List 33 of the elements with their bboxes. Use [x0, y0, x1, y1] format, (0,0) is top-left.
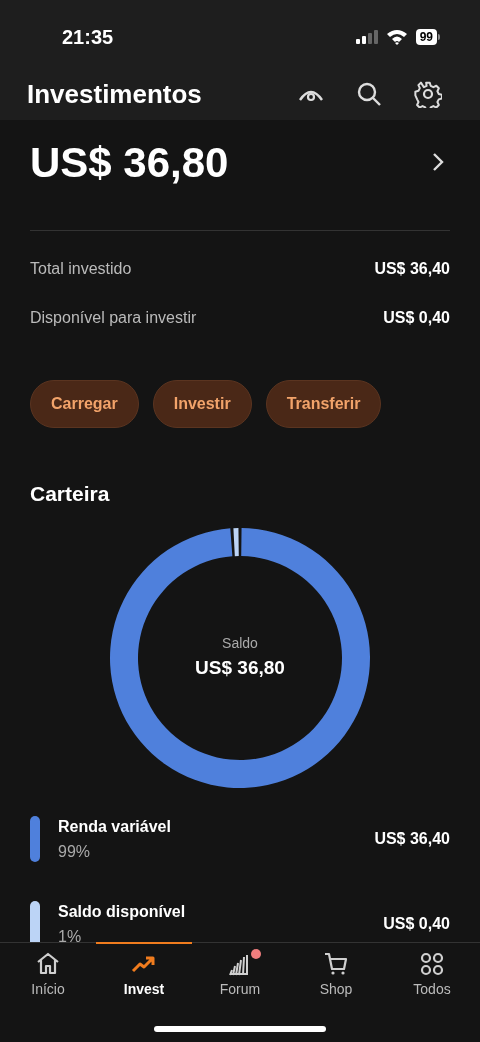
- nav-tab[interactable]: Início: [0, 951, 96, 1000]
- search-icon[interactable]: [356, 81, 382, 107]
- nav-tab[interactable]: Invest: [96, 951, 192, 1000]
- house-icon: [35, 951, 61, 977]
- donut-center-value: US$ 36,80: [195, 655, 285, 680]
- legend-name: Saldo disponível: [58, 901, 187, 922]
- status-time: 21:35: [62, 25, 114, 50]
- legend-value: US$ 36,40: [374, 829, 450, 849]
- chevron-right-icon[interactable]: [432, 152, 444, 172]
- action-button[interactable]: Investir: [152, 380, 252, 428]
- cart-icon: [323, 951, 349, 977]
- summary-value: US$ 0,40: [383, 307, 450, 328]
- four-circles-icon: [419, 951, 445, 977]
- legend-name: Renda variável: [58, 816, 172, 837]
- summary-label: Disponível para investir: [30, 307, 197, 328]
- settings-icon[interactable]: [414, 80, 442, 108]
- battery-level: 99: [415, 29, 437, 45]
- signal-icon: [355, 30, 378, 44]
- summary-value: US$ 36,40: [374, 258, 450, 279]
- page-title: Investimentos: [27, 77, 202, 111]
- wifi-icon: [385, 29, 408, 45]
- legend-value: US$ 0,40: [383, 914, 450, 934]
- nav-tab[interactable]: Forum: [192, 951, 288, 1000]
- nav-tab[interactable]: Todos: [384, 951, 480, 1000]
- action-button[interactable]: Transferir: [265, 380, 382, 428]
- summary-label: Total investido: [30, 258, 132, 279]
- legend-percent: 1%: [58, 926, 83, 942]
- nav-tab[interactable]: Shop: [288, 951, 384, 1000]
- section-title: Carteira: [30, 481, 111, 507]
- donut-center-label: Saldo: [222, 633, 258, 653]
- legend-percent: 99%: [58, 841, 92, 862]
- action-button[interactable]: Carregar: [30, 380, 139, 428]
- balance-amount: US$ 36,80: [30, 137, 229, 188]
